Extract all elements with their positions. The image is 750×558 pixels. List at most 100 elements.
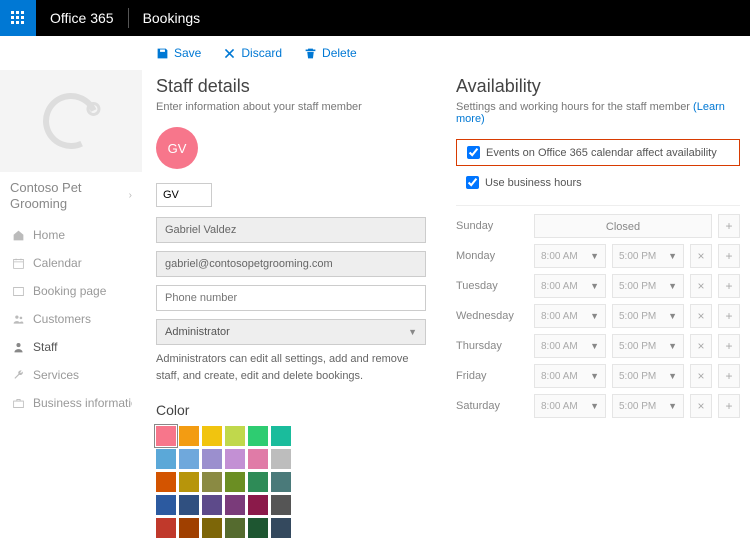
start-time-select[interactable]: 8:00 AM▼ <box>534 244 606 268</box>
initials-input[interactable] <box>156 183 212 207</box>
color-swatch[interactable] <box>179 426 199 446</box>
color-swatch[interactable] <box>179 518 199 538</box>
color-swatch[interactable] <box>156 495 176 515</box>
add-hours-button[interactable]: + <box>718 304 740 328</box>
person-icon <box>12 341 25 354</box>
app-name: Bookings <box>129 10 215 26</box>
start-time-select[interactable]: 8:00 AM▼ <box>534 394 606 418</box>
start-time-select[interactable]: 8:00 AM▼ <box>534 304 606 328</box>
add-hours-button[interactable]: + <box>718 334 740 358</box>
suite-name[interactable]: Office 365 <box>36 10 128 26</box>
add-hours-button[interactable]: + <box>718 244 740 268</box>
name-input[interactable] <box>156 217 426 243</box>
checkbox-input[interactable] <box>466 176 479 189</box>
closed-indicator: Closed <box>534 214 712 238</box>
chevron-down-icon: ▼ <box>408 327 417 337</box>
color-swatch[interactable] <box>225 472 245 492</box>
remove-hours-button[interactable]: × <box>690 244 712 268</box>
add-hours-button[interactable]: + <box>718 214 740 238</box>
color-swatch[interactable] <box>248 472 268 492</box>
org-name: Contoso Pet Grooming <box>10 180 129 211</box>
add-hours-button[interactable]: + <box>718 274 740 298</box>
nav-home[interactable]: Home <box>10 221 132 249</box>
staff-details-panel: Staff details Enter information about yo… <box>156 76 426 538</box>
end-time-select[interactable]: 5:00 PM▼ <box>612 394 684 418</box>
nav-calendar[interactable]: Calendar <box>10 249 132 277</box>
end-time-select[interactable]: 5:00 PM▼ <box>612 244 684 268</box>
color-swatch[interactable] <box>179 449 199 469</box>
day-row: Friday 8:00 AM▼5:00 PM▼×+ <box>456 364 740 388</box>
color-swatch[interactable] <box>179 472 199 492</box>
color-swatch[interactable] <box>248 426 268 446</box>
nav-staff[interactable]: Staff <box>10 333 132 361</box>
color-swatch[interactable] <box>225 449 245 469</box>
nav-business[interactable]: Business information <box>10 389 132 417</box>
nav-customers[interactable]: Customers <box>10 305 132 333</box>
color-swatch[interactable] <box>202 518 222 538</box>
end-time-select[interactable]: 5:00 PM▼ <box>612 304 684 328</box>
role-description: Administrators can edit all settings, ad… <box>156 351 426 384</box>
details-title: Staff details <box>156 76 426 97</box>
color-swatch[interactable] <box>156 472 176 492</box>
color-swatch[interactable] <box>156 426 176 446</box>
use-business-hours-checkbox[interactable]: Use business hours <box>456 174 740 191</box>
app-launcher[interactable] <box>0 0 36 36</box>
color-swatch[interactable] <box>271 449 291 469</box>
add-hours-button[interactable]: + <box>718 364 740 388</box>
color-swatch[interactable] <box>202 426 222 446</box>
page-icon <box>12 285 25 298</box>
role-select[interactable]: Administrator ▼ <box>156 319 426 345</box>
remove-hours-button[interactable]: × <box>690 304 712 328</box>
discard-button[interactable]: Discard <box>223 46 282 60</box>
delete-button[interactable]: Delete <box>304 46 357 60</box>
day-row: Sunday Closed+ <box>456 214 740 238</box>
day-label: Wednesday <box>456 310 528 322</box>
day-row: Monday8:00 AM▼5:00 PM▼×+ <box>456 244 740 268</box>
color-swatch[interactable] <box>225 426 245 446</box>
org-switcher[interactable]: Contoso Pet Grooming › <box>10 180 132 211</box>
end-time-select[interactable]: 5:00 PM▼ <box>612 274 684 298</box>
color-swatch[interactable] <box>225 518 245 538</box>
remove-hours-button[interactable]: × <box>690 274 712 298</box>
color-swatch[interactable] <box>271 518 291 538</box>
logo-icon <box>35 85 107 157</box>
day-label: Sunday <box>456 220 528 232</box>
add-hours-button[interactable]: + <box>718 394 740 418</box>
color-swatch[interactable] <box>156 449 176 469</box>
color-swatch[interactable] <box>248 518 268 538</box>
remove-hours-button[interactable]: × <box>690 364 712 388</box>
color-swatch[interactable] <box>271 426 291 446</box>
nav-services[interactable]: Services <box>10 361 132 389</box>
color-swatch[interactable] <box>271 495 291 515</box>
end-time-select[interactable]: 5:00 PM▼ <box>612 334 684 358</box>
role-value: Administrator <box>165 326 230 338</box>
close-icon <box>223 47 236 60</box>
color-swatch[interactable] <box>271 472 291 492</box>
nav-label: Services <box>33 368 79 382</box>
end-time-select[interactable]: 5:00 PM▼ <box>612 364 684 388</box>
avatar[interactable]: GV <box>156 127 198 169</box>
start-time-select[interactable]: 8:00 AM▼ <box>534 274 606 298</box>
color-swatch[interactable] <box>202 495 222 515</box>
checkbox-input[interactable] <box>467 146 480 159</box>
color-swatch[interactable] <box>225 495 245 515</box>
nav-label: Staff <box>33 340 57 354</box>
save-button[interactable]: Save <box>156 46 201 60</box>
color-swatch[interactable] <box>156 518 176 538</box>
details-subtitle: Enter information about your staff membe… <box>156 101 426 113</box>
color-swatch[interactable] <box>202 449 222 469</box>
color-swatch[interactable] <box>248 449 268 469</box>
email-input[interactable] <box>156 251 426 277</box>
remove-hours-button[interactable]: × <box>690 334 712 358</box>
color-swatch[interactable] <box>202 472 222 492</box>
availability-panel: Availability Settings and working hours … <box>456 76 740 538</box>
color-swatch[interactable] <box>179 495 199 515</box>
day-label: Friday <box>456 370 528 382</box>
color-swatch[interactable] <box>248 495 268 515</box>
start-time-select[interactable]: 8:00 AM▼ <box>534 364 606 388</box>
start-time-select[interactable]: 8:00 AM▼ <box>534 334 606 358</box>
events-affect-checkbox[interactable]: Events on Office 365 calendar affect ava… <box>467 146 729 159</box>
remove-hours-button[interactable]: × <box>690 394 712 418</box>
nav-booking-page[interactable]: Booking page <box>10 277 132 305</box>
phone-input[interactable] <box>156 285 426 311</box>
